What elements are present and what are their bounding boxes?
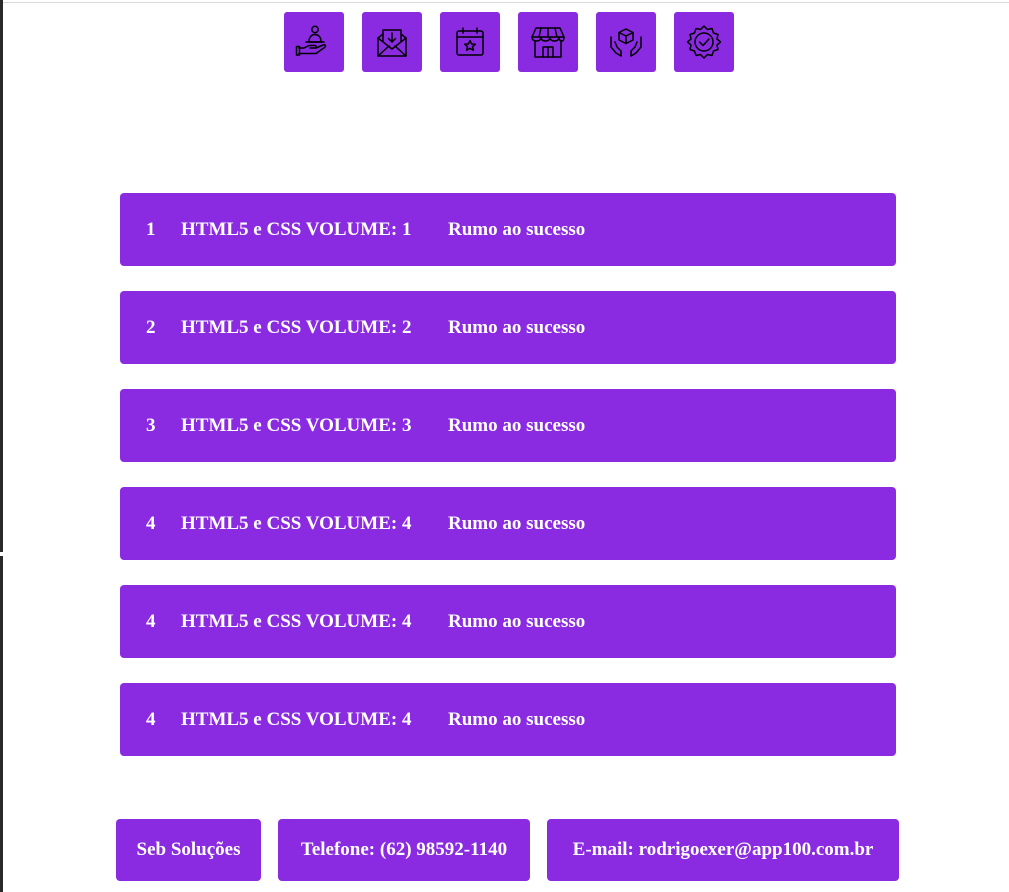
- badge-check-icon: [686, 25, 722, 59]
- book-row[interactable]: 3 HTML5 e CSS VOLUME: 3 Rumo ao sucesso: [120, 389, 896, 462]
- book-title: HTML5 e CSS VOLUME: 2: [181, 316, 412, 338]
- mail-inbox-button[interactable]: [362, 12, 422, 72]
- calendar-star-icon: [456, 27, 484, 56]
- book-subtitle: Rumo ao sucesso: [448, 610, 586, 632]
- badge-check-button[interactable]: [674, 12, 734, 72]
- book-row[interactable]: 2 HTML5 e CSS VOLUME: 2 Rumo ao sucesso: [120, 291, 896, 364]
- book-number: 4: [146, 708, 156, 730]
- footer-company: Seb Soluções: [116, 819, 261, 881]
- hand-person-icon: [295, 25, 327, 56]
- storefront-button[interactable]: [518, 12, 578, 72]
- book-title: HTML5 e CSS VOLUME: 4: [181, 610, 412, 632]
- book-number: 4: [146, 512, 156, 534]
- calendar-star-button[interactable]: [440, 12, 500, 72]
- hands-box-icon: [610, 28, 642, 57]
- window-left-edge: [0, 0, 3, 892]
- book-title: HTML5 e CSS VOLUME: 1: [181, 218, 412, 240]
- book-title: HTML5 e CSS VOLUME: 4: [181, 708, 412, 730]
- storefront-icon: [531, 27, 565, 58]
- book-row[interactable]: 4 HTML5 e CSS VOLUME: 4 Rumo ao sucesso: [120, 487, 896, 560]
- book-number: 3: [146, 414, 156, 436]
- book-subtitle: Rumo ao sucesso: [448, 512, 586, 534]
- book-list: 1 HTML5 e CSS VOLUME: 1 Rumo ao sucesso 2 HT…: [120, 193, 896, 781]
- hands-box-button[interactable]: [596, 12, 656, 72]
- window-left-edge-gap: [0, 552, 3, 556]
- top-divider: [3, 2, 1009, 3]
- book-subtitle: Rumo ao sucesso: [448, 414, 586, 436]
- mail-inbox-icon: [377, 29, 407, 57]
- book-row[interactable]: 1 HTML5 e CSS VOLUME: 1 Rumo ao sucesso: [120, 193, 896, 266]
- footer: Seb Soluções Telefone: (62) 98592-1140 E…: [116, 819, 899, 881]
- book-number: 4: [146, 610, 156, 632]
- footer-phone: Telefone: (62) 98592-1140: [278, 819, 530, 881]
- book-subtitle: Rumo ao sucesso: [448, 316, 586, 338]
- book-number: 1: [146, 218, 156, 240]
- hand-person-button[interactable]: [284, 12, 344, 72]
- footer-email[interactable]: E-mail: rodrigoexer@app100.com.br: [547, 819, 899, 881]
- book-title: HTML5 e CSS VOLUME: 4: [181, 512, 412, 534]
- book-number: 2: [146, 316, 156, 338]
- book-row[interactable]: 4 HTML5 e CSS VOLUME: 4 Rumo ao sucesso: [120, 585, 896, 658]
- book-row[interactable]: 4 HTML5 e CSS VOLUME: 4 Rumo ao sucesso: [120, 683, 896, 756]
- book-subtitle: Rumo ao sucesso: [448, 218, 586, 240]
- book-subtitle: Rumo ao sucesso: [448, 708, 586, 730]
- book-title: HTML5 e CSS VOLUME: 3: [181, 414, 412, 436]
- icon-toolbar: [284, 12, 734, 72]
